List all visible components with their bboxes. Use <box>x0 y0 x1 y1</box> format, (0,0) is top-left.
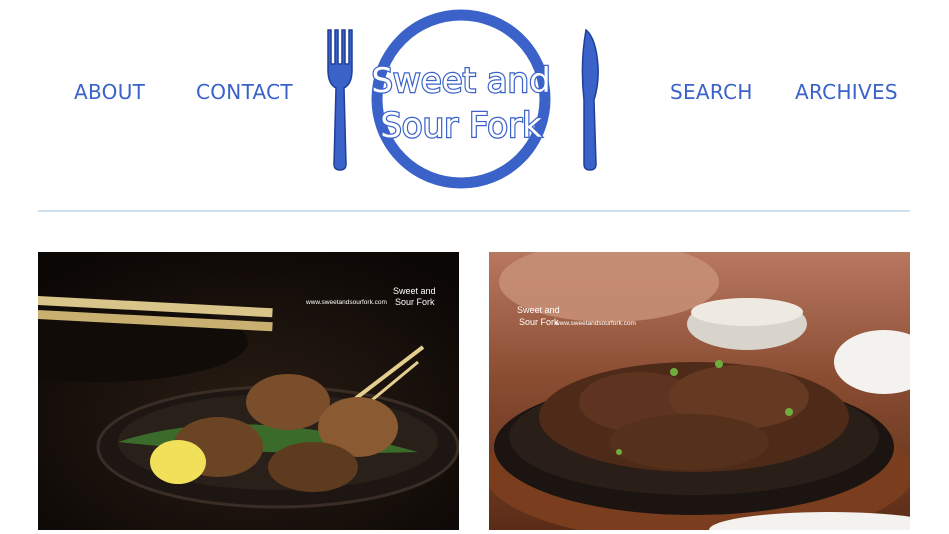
site-logo[interactable]: Sweet and Sour Fork <box>322 4 604 194</box>
logo-line1: Sweet and <box>371 61 550 101</box>
post-2-watermark-line1: Sweet and <box>517 305 560 315</box>
nav-contact-link[interactable]: CONTACT <box>196 80 293 104</box>
fork-plate-knife-logo-icon: Sweet and Sour Fork <box>327 9 599 189</box>
site-header: ABOUT CONTACT Sweet and Sour Fork SEARCH… <box>0 0 949 212</box>
post-1-watermark-line1: Sweet and <box>393 286 436 296</box>
logo-line2: Sour Fork <box>380 106 542 146</box>
post-1-watermark-line2: Sour Fork <box>395 297 435 307</box>
post-2-watermark-url: www.sweetandsourfork.com <box>554 320 636 327</box>
nav-search-link[interactable]: SEARCH <box>670 80 753 104</box>
post-2-watermark-line2: Sour Fork <box>519 317 559 327</box>
nav-archives-link[interactable]: ARCHIVES <box>795 80 898 104</box>
post-thumbnail-2[interactable]: Sweet and Sour Fork www.sweetandsourfork… <box>489 252 910 530</box>
post-thumbnail-1[interactable]: www.sweetandsourfork.com Sweet and Sour … <box>38 252 459 530</box>
post-1-watermark-url: www.sweetandsourfork.com <box>305 299 387 306</box>
nav-about-link[interactable]: ABOUT <box>74 80 145 104</box>
header-divider <box>38 210 910 212</box>
skewer-food-photo-image: www.sweetandsourfork.com Sweet and Sour … <box>38 252 459 530</box>
bbq-ribs-food-photo-image: Sweet and Sour Fork www.sweetandsourfork… <box>489 252 910 530</box>
